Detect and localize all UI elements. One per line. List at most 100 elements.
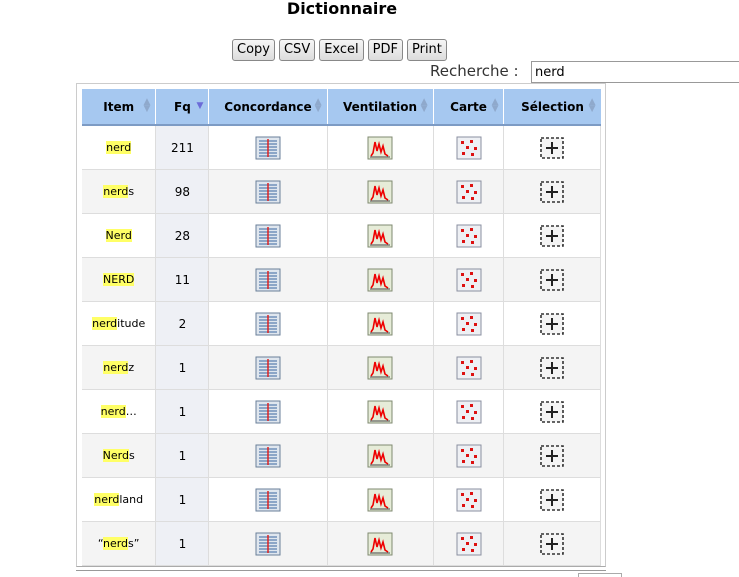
item-cell: nerds — [82, 169, 157, 214]
ventilation-chart-icon[interactable] — [367, 532, 393, 555]
frequency-cell: 11 — [155, 257, 210, 302]
map-icon[interactable] — [456, 136, 482, 159]
copy-button[interactable]: Copy — [232, 39, 275, 61]
selection-cell — [503, 389, 601, 434]
concordance-cell — [208, 433, 328, 478]
map-icon[interactable] — [456, 312, 482, 335]
ventilation-chart-icon[interactable] — [367, 224, 393, 247]
add-selection-icon[interactable] — [539, 180, 565, 203]
concordance-icon[interactable] — [255, 224, 281, 247]
add-selection-icon[interactable] — [539, 224, 565, 247]
item-suffix: itude — [117, 317, 146, 330]
map-icon[interactable] — [456, 180, 482, 203]
item-cell: nerd… — [82, 389, 157, 434]
map-icon[interactable] — [456, 356, 482, 379]
add-selection-icon[interactable] — [539, 356, 565, 379]
add-selection-icon[interactable] — [539, 532, 565, 555]
pagination-stub — [578, 573, 622, 577]
add-selection-icon[interactable] — [539, 400, 565, 423]
sort-icon: ▲ ▼ — [420, 97, 428, 114]
concordance-icon[interactable] — [255, 136, 281, 159]
concordance-icon[interactable] — [255, 532, 281, 555]
table-header-row: Item ▲ ▼ Fq ▼ Concordance ▲ ▼ Ventilation ▲ ▼ C… — [82, 89, 601, 126]
concordance-cell — [208, 389, 328, 434]
ventilation-chart-icon[interactable] — [367, 444, 393, 467]
ventilation-cell — [327, 433, 434, 478]
concordance-cell — [208, 257, 328, 302]
carte-cell — [433, 389, 505, 434]
excel-button[interactable]: Excel — [319, 39, 364, 61]
sort-icon: ▲ ▼ — [314, 97, 322, 114]
search-label: Recherche : — [430, 62, 519, 80]
selection-cell — [503, 257, 601, 302]
item-suffix: z — [128, 361, 135, 374]
item-highlight: nerd — [102, 537, 129, 550]
carte-cell — [433, 169, 505, 214]
column-header-ventilation[interactable]: Ventilation ▲ ▼ — [327, 89, 434, 126]
concordance-icon[interactable] — [255, 444, 281, 467]
column-header-concordance[interactable]: Concordance ▲ ▼ — [208, 89, 328, 126]
column-header-item[interactable]: Item ▲ ▼ — [82, 89, 157, 126]
csv-button[interactable]: CSV — [278, 39, 316, 61]
add-selection-icon[interactable] — [539, 312, 565, 335]
add-selection-icon[interactable] — [539, 488, 565, 511]
ventilation-cell — [327, 345, 434, 390]
add-selection-icon[interactable] — [539, 136, 565, 159]
map-icon[interactable] — [456, 268, 482, 291]
add-selection-icon[interactable] — [539, 268, 565, 291]
ventilation-chart-icon[interactable] — [367, 180, 393, 203]
column-header-carte[interactable]: Carte ▲ ▼ — [433, 89, 505, 126]
selection-cell — [503, 477, 601, 522]
concordance-icon[interactable] — [255, 312, 281, 335]
add-selection-icon[interactable] — [539, 444, 565, 467]
ventilation-chart-icon[interactable] — [367, 136, 393, 159]
column-header-label: Fq — [174, 99, 191, 114]
export-toolbar: Copy CSV Excel PDF Print — [232, 39, 447, 61]
ventilation-chart-icon[interactable] — [367, 268, 393, 291]
column-header-selection[interactable]: Sélection ▲ ▼ — [503, 89, 601, 126]
item-cell: Nerd — [82, 213, 157, 258]
concordance-icon[interactable] — [255, 268, 281, 291]
carte-cell — [433, 521, 505, 566]
ventilation-cell — [327, 521, 434, 566]
map-icon[interactable] — [456, 488, 482, 511]
search-input[interactable] — [531, 61, 739, 83]
concordance-cell — [208, 521, 328, 566]
concordance-icon[interactable] — [255, 400, 281, 423]
dictionary-table: Item ▲ ▼ Fq ▼ Concordance ▲ ▼ Ventilation ▲ ▼ C… — [82, 89, 601, 566]
frequency-cell: 1 — [155, 433, 210, 478]
column-header-label: Item — [103, 99, 135, 114]
ventilation-chart-icon[interactable] — [367, 488, 393, 511]
selection-cell — [503, 301, 601, 346]
item-highlight: Nerd — [105, 229, 132, 242]
selection-cell — [503, 521, 601, 566]
map-icon[interactable] — [456, 444, 482, 467]
ventilation-chart-icon[interactable] — [367, 312, 393, 335]
concordance-icon[interactable] — [255, 180, 281, 203]
carte-cell — [433, 124, 505, 170]
frequency-cell: 1 — [155, 345, 210, 390]
carte-cell — [433, 257, 505, 302]
ventilation-cell — [327, 213, 434, 258]
map-icon[interactable] — [456, 532, 482, 555]
concordance-icon[interactable] — [255, 488, 281, 511]
table-bottom-border — [76, 570, 606, 571]
table-row: NERD 11 — [82, 257, 601, 302]
table-row: nerditude 2 — [82, 301, 601, 346]
sort-icon: ▲ ▼ — [143, 97, 151, 114]
table-row: nerdz 1 — [82, 345, 601, 390]
item-suffix: … — [125, 405, 137, 418]
pdf-button[interactable]: PDF — [367, 39, 403, 61]
sort-icon: ▲ ▼ — [588, 97, 596, 114]
map-icon[interactable] — [456, 224, 482, 247]
column-header-fq[interactable]: Fq ▼ — [155, 89, 210, 126]
map-icon[interactable] — [456, 400, 482, 423]
frequency-cell: 1 — [155, 389, 210, 434]
print-button[interactable]: Print — [406, 39, 447, 61]
ventilation-chart-icon[interactable] — [367, 400, 393, 423]
ventilation-cell — [327, 169, 434, 214]
ventilation-chart-icon[interactable] — [367, 356, 393, 379]
item-suffix: s — [128, 449, 135, 462]
concordance-icon[interactable] — [255, 356, 281, 379]
item-cell: Nerds — [82, 433, 157, 478]
